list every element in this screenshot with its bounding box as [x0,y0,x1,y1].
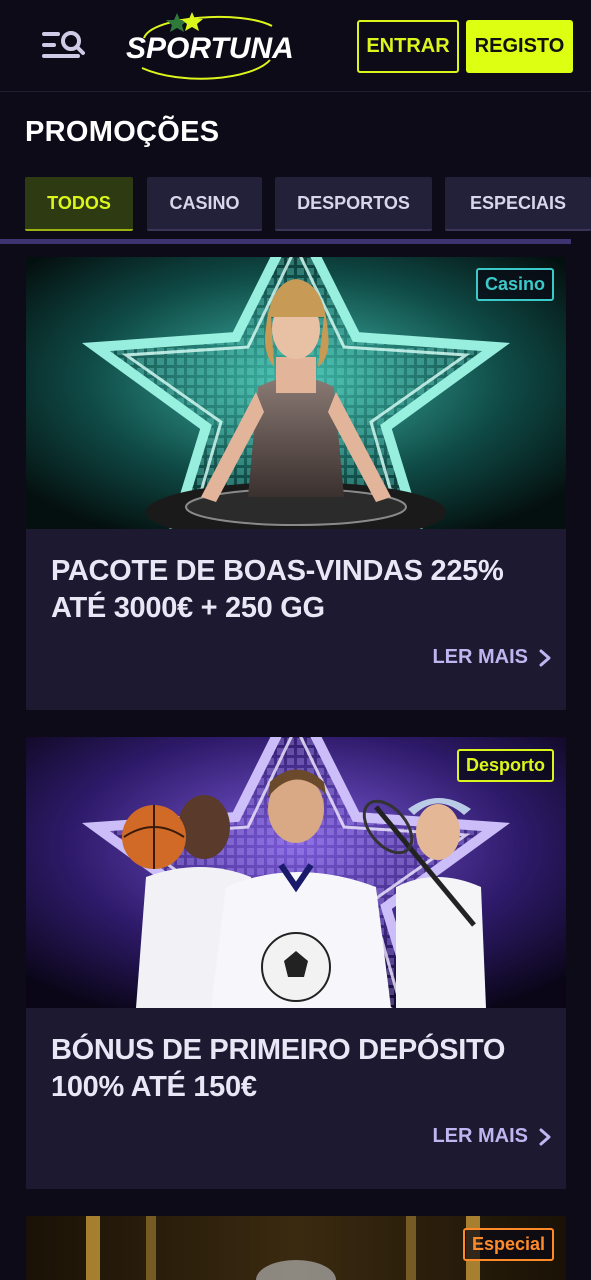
read-more-link[interactable]: LER MAIS [432,1125,552,1148]
promo-image-sports: Desporto [26,737,566,1008]
tab-casino[interactable]: CASINO [147,177,262,231]
tab-especiais[interactable]: ESPECIAIS [445,177,591,231]
promo-image-special: Especial [26,1216,566,1280]
promo-tabs: TODOS CASINO DESPORTOS ESPECIAIS [25,177,591,232]
register-button[interactable]: REGISTO [466,20,573,73]
read-more-link[interactable]: LER MAIS [432,646,552,669]
promo-title: PACOTE DE BOAS-VINDAS 225% ATÉ 3000€ + 2… [51,555,504,624]
promo-title: BÓNUS DE PRIMEIRO DEPÓSITO 100% ATÉ 150€ [51,1034,506,1103]
menu-search-icon[interactable] [38,26,88,66]
login-button[interactable]: ENTRAR [357,20,459,73]
promo-card[interactable]: Desporto BÓNUS DE PRIMEIRO DEPÓSITO 100%… [26,737,566,1189]
read-more-label: LER MAIS [432,646,528,668]
promo-card[interactable]: Especial [26,1216,566,1280]
category-badge: Especial [462,1228,554,1261]
top-header: SPORTUNA ENTRAR REGISTO [0,0,591,92]
tabs-scroll-indicator[interactable] [0,239,571,244]
chevron-right-icon [539,649,551,666]
category-badge: Casino [475,268,554,301]
tab-todos[interactable]: TODOS [25,177,133,231]
category-badge: Desporto [456,749,554,782]
logo-text: SPORTUNA [126,32,292,65]
tab-desportos[interactable]: DESPORTOS [275,177,432,231]
promo-card[interactable]: Casino PACOTE DE BOAS-VINDAS 225% ATÉ 30… [26,257,566,710]
chevron-right-icon [539,1128,551,1145]
sportuna-logo[interactable]: SPORTUNA [122,8,294,84]
promo-image-casino: Casino [26,257,566,529]
page-title: PROMOÇÕES [25,116,220,148]
read-more-label: LER MAIS [432,1125,528,1147]
